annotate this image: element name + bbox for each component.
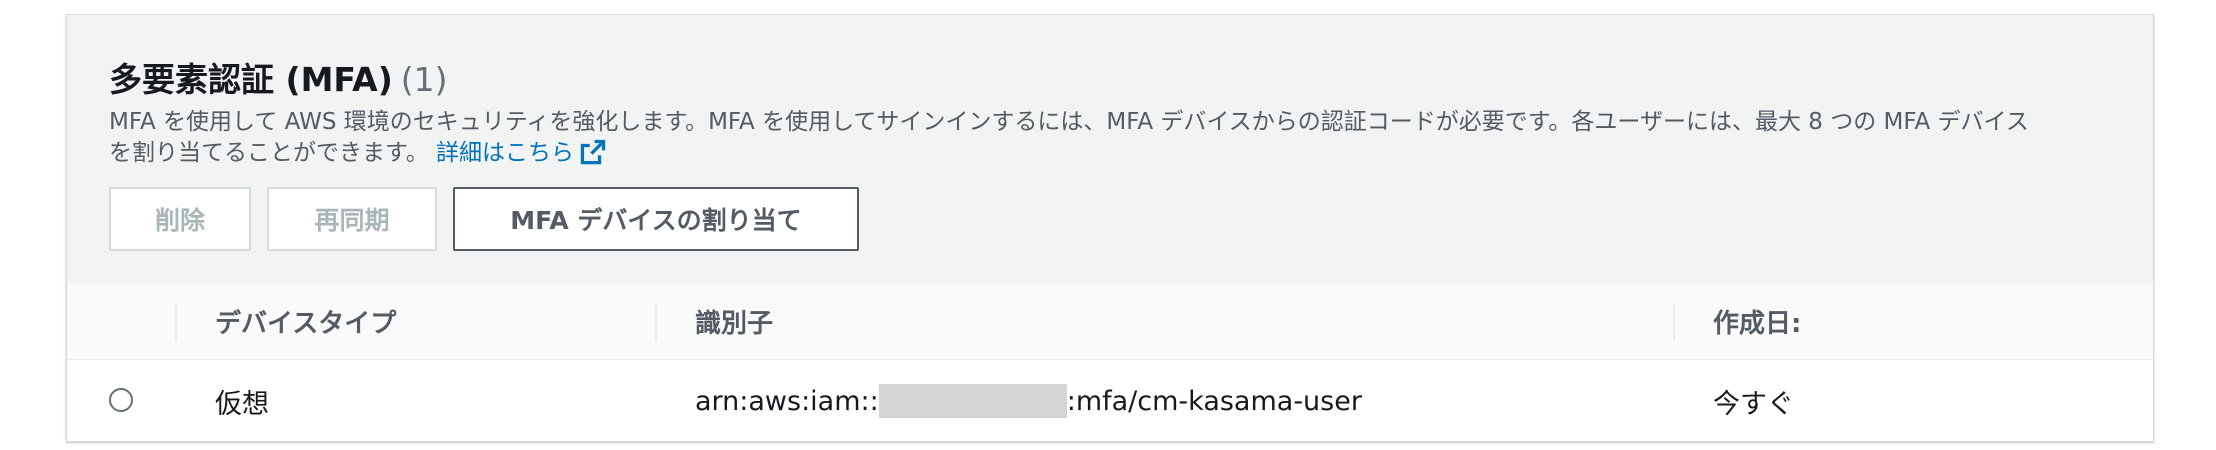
table-row[interactable]: 仮想 arn:aws:iam:::mfa/cm-kasama-user 今すぐ [67,360,2153,442]
identifier-prefix: arn:aws:iam:: [695,385,879,417]
section-description: MFA を使用して AWS 環境のセキュリティを強化します。MFA を使用してサ… [109,107,2129,169]
cell-identifier: arn:aws:iam:::mfa/cm-kasama-user [695,360,1362,442]
panel-header: 多要素認証 (MFA) (1) MFA を使用して AWS 環境のセキュリティを強… [67,15,2153,284]
cell-created: 今すぐ [1713,388,1794,420]
assign-mfa-device-button[interactable]: MFA デバイスの割り当て [453,187,859,251]
delete-button-label: 削除 [154,206,205,235]
section-title-text: 多要素認証 (MFA) [109,60,393,99]
column-header-identifier[interactable]: 識別子 [695,283,773,359]
cell-device-type: 仮想 [215,388,269,420]
row-select-radio[interactable] [109,388,133,412]
table-header: デバイスタイプ 識別子 作成日: [67,283,2153,360]
resync-button[interactable]: 再同期 [267,187,437,251]
description-line-2-text: を割り当てることができます。 [109,140,429,166]
column-separator [1673,303,1675,341]
column-header-device-type[interactable]: デバイスタイプ [215,283,396,359]
details-link[interactable]: 詳細はこちら [436,139,606,166]
delete-button[interactable]: 削除 [109,187,251,251]
mfa-panel: 多要素認証 (MFA) (1) MFA を使用して AWS 環境のセキュリティを強… [66,14,2154,442]
section-title: 多要素認証 (MFA) (1) [109,53,448,101]
resync-button-label: 再同期 [314,206,390,235]
description-line-1: MFA を使用して AWS 環境のセキュリティを強化します。MFA を使用してサ… [109,109,2029,135]
identifier-suffix: :mfa/cm-kasama-user [1066,385,1362,417]
column-separator [655,303,657,341]
description-line-2: を割り当てることができます。 詳細はこちら [109,138,2129,169]
details-link-label: 詳細はこちら [436,140,575,166]
external-link-icon [580,139,606,165]
assign-mfa-device-button-label: MFA デバイスの割り当て [510,206,802,235]
column-header-created[interactable]: 作成日: [1713,283,1801,359]
redacted-account-id [878,384,1067,418]
column-separator [175,303,177,341]
section-count: (1) [400,60,448,99]
